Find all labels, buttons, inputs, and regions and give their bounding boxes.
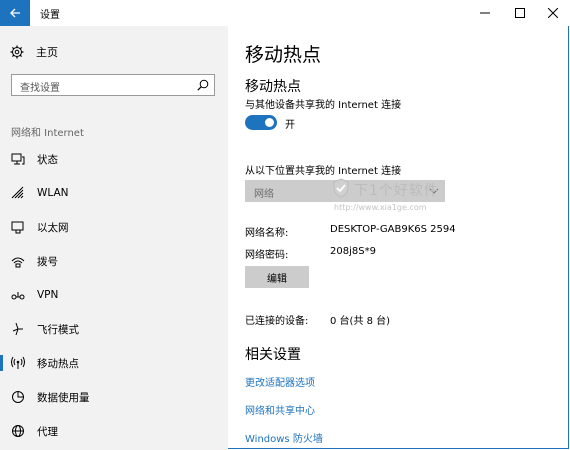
share-description: 与其他设备共享我的 Internet 连接 — [245, 100, 402, 111]
hotspot-toggle[interactable] — [245, 115, 277, 130]
connected-devices-value: 0 台(共 8 台) — [330, 316, 391, 327]
airplane-icon — [11, 322, 25, 336]
minimize-button[interactable] — [468, 0, 502, 26]
gear-icon — [10, 45, 24, 59]
sidebar-item-label: 代理 — [37, 425, 58, 438]
sidebar-item-label: 数据使用量 — [37, 391, 90, 404]
back-button[interactable] — [0, 0, 30, 26]
sidebar-item-proxy[interactable]: 代理 — [0, 416, 228, 446]
sidebar-item-airplane[interactable]: 飞行模式 — [0, 314, 228, 344]
proxy-icon — [11, 424, 25, 438]
related-settings-heading: 相关设置 — [245, 347, 301, 363]
search-icon[interactable] — [197, 79, 209, 91]
connected-devices-label: 已连接的设备: — [245, 316, 309, 327]
back-arrow-icon — [10, 8, 20, 18]
hotspot-icon — [11, 356, 25, 370]
sidebar-item-label: 移动热点 — [37, 357, 79, 370]
watermark: 下1个好软件 http://www.xia1ge.com — [332, 178, 452, 218]
dialup-icon — [11, 254, 25, 268]
sidebar-item-label: 以太网 — [37, 221, 69, 234]
sidebar-item-label: 状态 — [37, 153, 58, 166]
sidebar-item-data-usage[interactable]: 数据使用量 — [0, 382, 228, 412]
ethernet-icon — [11, 220, 25, 234]
sidebar-item-ethernet[interactable]: 以太网 — [0, 212, 228, 242]
edit-button[interactable]: 编辑 — [245, 266, 309, 288]
share-from-value: 网络 — [254, 189, 274, 200]
network-name-label: 网络名称: — [245, 228, 289, 239]
windows-firewall-link[interactable]: Windows 防火墙 — [245, 430, 323, 445]
status-icon — [11, 152, 25, 166]
hotspot-heading: 移动热点 — [245, 79, 301, 95]
sidebar-item-label: 拨号 — [37, 255, 58, 268]
network-sharing-center-link[interactable]: 网络和共享中心 — [245, 402, 315, 417]
toggle-knob — [265, 118, 274, 127]
search-input[interactable]: 查找设置 — [11, 74, 215, 96]
sidebar-item-hotspot[interactable]: 移动热点 — [0, 348, 228, 378]
main-content: 移动热点 移动热点 与其他设备共享我的 Internet 连接 开 从以下位置共… — [228, 26, 568, 446]
close-button[interactable] — [536, 0, 570, 26]
watermark-url: http://www.xia1ge.com — [334, 203, 427, 212]
close-icon — [548, 8, 558, 18]
sidebar-item-vpn[interactable]: VPN — [0, 280, 228, 310]
share-from-label: 从以下位置共享我的 Internet 连接 — [245, 166, 402, 177]
sidebar-item-label: VPN — [37, 289, 59, 301]
network-password-label: 网络密码: — [245, 250, 289, 261]
network-password-value: 208j8S*9 — [330, 246, 376, 257]
minimize-icon — [480, 12, 490, 14]
sidebar-item-wlan[interactable]: WLAN — [0, 178, 228, 208]
title-bar: 设置 — [0, 0, 570, 26]
sidebar-item-dialup[interactable]: 拨号 — [0, 246, 228, 276]
vpn-icon — [11, 288, 25, 302]
page-title: 移动热点 — [245, 44, 322, 66]
sidebar-section-title: 网络和 Internet — [11, 128, 84, 139]
shield-check-icon — [333, 178, 349, 198]
wifi-icon — [11, 186, 25, 200]
sidebar-item-label: WLAN — [37, 187, 69, 199]
watermark-text: 下1个好软件 — [354, 183, 439, 199]
home-label: 主页 — [36, 46, 58, 59]
adapter-options-link[interactable]: 更改适配器选项 — [245, 374, 315, 389]
maximize-icon — [515, 8, 525, 18]
sidebar-home[interactable]: 主页 — [10, 44, 58, 60]
data-usage-icon — [11, 390, 25, 404]
maximize-button[interactable] — [503, 0, 537, 26]
toggle-state-label: 开 — [285, 120, 295, 131]
search-placeholder: 查找设置 — [20, 83, 60, 94]
network-name-value: DESKTOP-GAB9K6S 2594 — [330, 224, 456, 235]
sidebar-item-status[interactable]: 状态 — [0, 144, 228, 174]
window-title: 设置 — [40, 10, 60, 21]
sidebar-item-label: 飞行模式 — [37, 323, 79, 336]
